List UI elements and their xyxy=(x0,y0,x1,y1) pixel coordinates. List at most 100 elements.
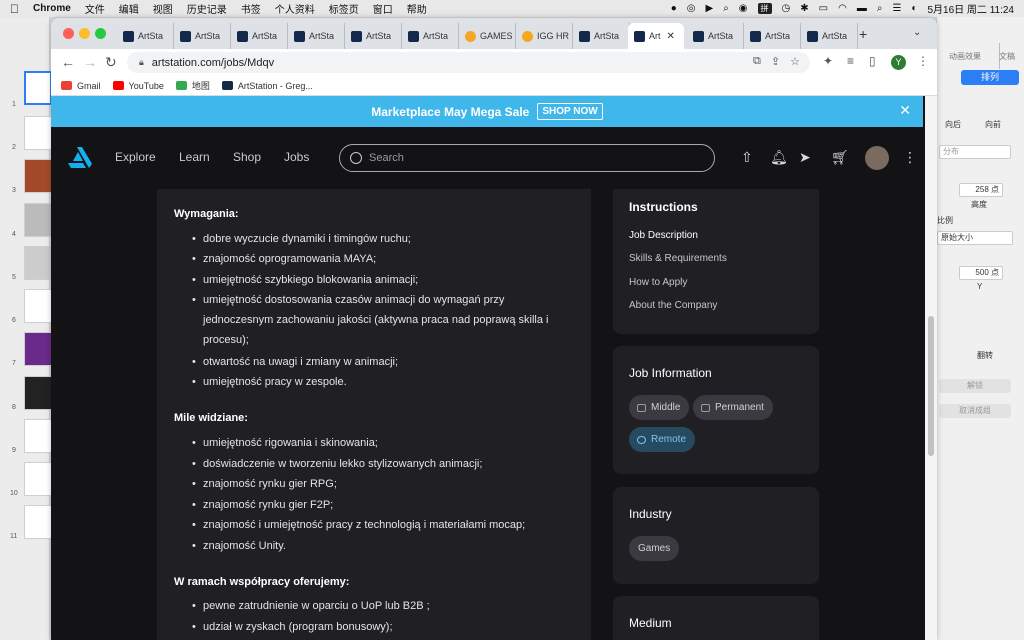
wifi-icon[interactable]: ◠ xyxy=(838,3,847,14)
browser-tab[interactable]: ArtSta xyxy=(402,23,459,49)
forward-icon[interactable]: → xyxy=(83,54,97,70)
translate-icon[interactable]: ⧉ xyxy=(753,55,761,68)
unlock-button[interactable]: 解锁 xyxy=(939,379,1011,393)
browser-tab[interactable]: ArtSta xyxy=(687,23,744,49)
browser-tab-active[interactable]: Art ✕ xyxy=(628,23,684,49)
wechat-icon[interactable]: ● xyxy=(671,3,677,14)
url-text[interactable]: artstation.com/jobs/Mdqv xyxy=(152,57,274,69)
slide-thumbnail[interactable] xyxy=(24,116,52,150)
close-window-button[interactable] xyxy=(63,28,74,39)
bookmark-gmail[interactable]: Gmail xyxy=(61,81,101,91)
original-size-button[interactable]: 原始大小 xyxy=(937,231,1013,245)
menu-history[interactable]: 历史记录 xyxy=(187,1,227,16)
close-tab-icon[interactable]: ✕ xyxy=(667,31,675,42)
search-status-icon[interactable]: ⌕ xyxy=(723,3,729,14)
send-backward-button[interactable]: 向后 xyxy=(945,119,961,130)
nav-explore[interactable]: Explore xyxy=(115,150,156,164)
menu-edit[interactable]: 编辑 xyxy=(119,1,139,16)
height-field[interactable]: 258 点 xyxy=(959,183,1003,197)
browser-tab[interactable]: ArtSta xyxy=(231,23,288,49)
scrollbar-thumb[interactable] xyxy=(928,316,934,456)
nav-learn[interactable]: Learn xyxy=(179,150,210,164)
instructions-link-about[interactable]: About the Company xyxy=(629,300,717,311)
notifications-bell-icon[interactable]: 🔔︎ xyxy=(770,149,788,166)
search-input[interactable]: Search xyxy=(339,144,715,172)
menubar-datetime[interactable]: 5月16日 周二 11:24 xyxy=(927,1,1014,16)
nav-jobs[interactable]: Jobs xyxy=(284,150,309,164)
browser-tab[interactable]: ArtSta xyxy=(174,23,231,49)
siri-icon[interactable]: ◐ xyxy=(911,3,917,14)
instructions-link-skills[interactable]: Skills & Requirements xyxy=(629,253,727,264)
cart-icon[interactable]: 🛒︎ xyxy=(831,149,849,166)
menu-bookmarks[interactable]: 书签 xyxy=(241,1,261,16)
slide-thumbnail[interactable] xyxy=(24,246,52,280)
browser-tab[interactable]: ArtSta xyxy=(345,23,402,49)
tab-search-icon[interactable]: ⌄ xyxy=(913,27,921,38)
tab-animate[interactable]: 动画效果 xyxy=(943,43,1000,69)
extensions-icon[interactable]: ✦ xyxy=(823,54,833,68)
slide-thumbnail[interactable] xyxy=(24,462,52,496)
menu-window[interactable]: 窗口 xyxy=(373,1,393,16)
page-scrollbar[interactable] xyxy=(925,96,937,640)
spotlight-icon[interactable]: ⌕ xyxy=(877,3,883,14)
lock-icon[interactable]: 🔒︎ xyxy=(139,57,144,68)
menu-help[interactable]: 帮助 xyxy=(407,1,427,16)
profile-avatar[interactable]: Y xyxy=(891,55,906,70)
bookmark-maps[interactable]: 地图 xyxy=(175,79,210,92)
side-panel-icon[interactable]: ▯ xyxy=(869,54,876,68)
instructions-link-job-description[interactable]: Job Description xyxy=(629,230,698,241)
zoom-window-button[interactable] xyxy=(95,28,106,39)
upload-icon[interactable]: ⇧ xyxy=(741,149,753,166)
arrange-tab[interactable]: 排列 xyxy=(961,70,1019,85)
screen-icon[interactable]: ▭ xyxy=(819,3,828,14)
menu-file[interactable]: 文件 xyxy=(85,1,105,16)
shop-now-button[interactable]: SHOP NOW xyxy=(537,103,603,120)
play-icon[interactable]: ▶ xyxy=(705,3,713,14)
artstation-logo[interactable] xyxy=(68,147,92,169)
reload-icon[interactable]: ↻ xyxy=(105,54,117,71)
menu-profile[interactable]: 个人资料 xyxy=(275,1,315,16)
nav-shop[interactable]: Shop xyxy=(233,150,261,164)
browser-tab[interactable]: ArtSta xyxy=(801,23,858,49)
messages-send-icon[interactable]: ➤ xyxy=(799,149,811,166)
control-center-icon[interactable]: ☰ xyxy=(892,3,901,14)
menu-app[interactable]: Chrome xyxy=(33,3,71,14)
bring-forward-button[interactable]: 向前 xyxy=(985,119,1001,130)
browser-tab[interactable]: ArtSta xyxy=(573,23,630,49)
browser-tab[interactable]: GAMES xyxy=(459,23,516,49)
ungroup-button[interactable]: 取消成组 xyxy=(939,404,1011,418)
slide-thumbnail[interactable] xyxy=(24,159,52,193)
tab-document[interactable]: 文稿 xyxy=(993,43,1024,69)
slide-thumbnail[interactable] xyxy=(24,71,52,105)
browser-tab[interactable]: ArtSta xyxy=(288,23,345,49)
browser-tab[interactable]: ArtSta xyxy=(117,23,174,49)
new-tab-button[interactable]: + xyxy=(859,26,867,42)
more-menu-icon[interactable]: ⋮ xyxy=(903,149,917,166)
menu-tabs[interactable]: 标签页 xyxy=(329,1,359,16)
address-bar[interactable]: 🔒︎ artstation.com/jobs/Mdqv ⧉ ⇪ ☆ xyxy=(127,52,810,73)
battery-icon[interactable]: ▬ xyxy=(857,3,867,14)
minimize-window-button[interactable] xyxy=(79,28,90,39)
menu-view[interactable]: 视图 xyxy=(153,1,173,16)
instructions-link-how-to-apply[interactable]: How to Apply xyxy=(629,277,687,288)
bookmark-youtube[interactable]: YouTube xyxy=(112,81,164,91)
bookmark-star-icon[interactable]: ☆ xyxy=(790,55,800,68)
close-banner-icon[interactable]: ✕ xyxy=(899,102,911,119)
user-avatar[interactable] xyxy=(865,146,889,170)
distribute-select[interactable]: 分布 xyxy=(939,145,1011,159)
slide-thumbnail[interactable] xyxy=(24,419,52,453)
airdrop-icon[interactable]: ◉ xyxy=(739,3,748,14)
status-icon[interactable]: ◎ xyxy=(687,3,696,14)
share-icon[interactable]: ⇪ xyxy=(771,55,780,68)
bookmark-artstation[interactable]: ArtStation - Greg... xyxy=(221,81,313,91)
y-field[interactable]: 500 点 xyxy=(959,266,1003,280)
slide-thumbnail[interactable] xyxy=(24,289,52,323)
slide-thumbnail[interactable] xyxy=(24,332,52,366)
reading-list-icon[interactable]: ≡ xyxy=(847,54,854,68)
browser-tab[interactable]: ArtSta xyxy=(744,23,801,49)
clock-icon[interactable]: ◷ xyxy=(782,3,791,14)
input-method-icon[interactable]: 拼 xyxy=(757,3,772,14)
slide-thumbnail[interactable] xyxy=(24,203,52,237)
slide-thumbnail[interactable] xyxy=(24,505,52,539)
browser-tab[interactable]: IGG HR xyxy=(516,23,573,49)
